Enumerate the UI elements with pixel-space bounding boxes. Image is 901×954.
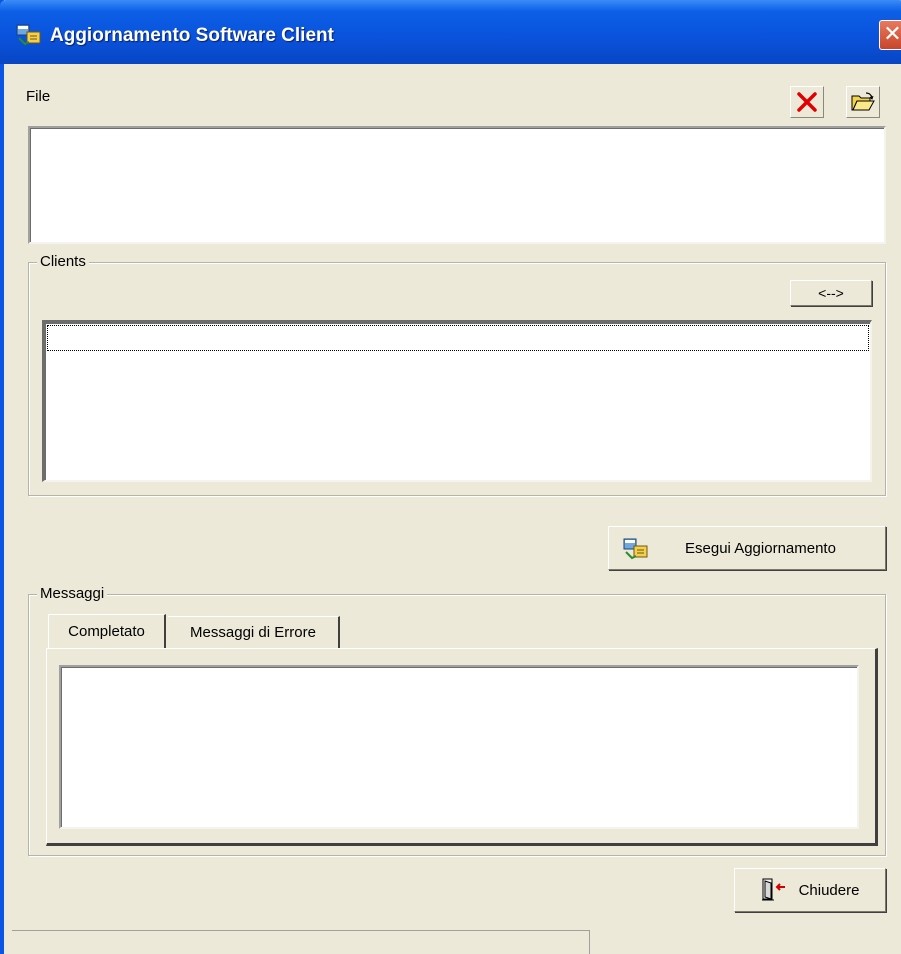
run-update-label: Esegui Aggiornamento (685, 539, 836, 557)
open-file-button[interactable] (846, 86, 880, 118)
clear-file-button[interactable] (790, 86, 824, 118)
tab-panel (46, 648, 878, 846)
messages-textarea[interactable] (59, 665, 859, 829)
exit-door-icon (761, 878, 785, 901)
file-path-textarea[interactable] (28, 126, 886, 244)
list-focus-row[interactable] (47, 325, 869, 351)
title-bar[interactable]: Aggiornamento Software Client ✕ (0, 0, 901, 64)
delete-x-icon (797, 92, 817, 112)
update-app-icon (623, 538, 648, 560)
messages-group-title: Messaggi (37, 585, 108, 602)
close-button[interactable]: Chiudere (734, 868, 886, 912)
file-label: File (26, 88, 51, 105)
toggle-clients-button[interactable]: <--> (790, 280, 872, 306)
close-button-label: Chiudere (798, 881, 860, 899)
window-title: Aggiornamento Software Client (50, 25, 334, 46)
update-app-icon (16, 24, 41, 46)
status-bar (12, 930, 590, 954)
tab-messaggi-di-errore[interactable]: Messaggi di Errore (168, 616, 340, 648)
tab-completato[interactable]: Completato (48, 614, 166, 648)
clients-group-title: Clients (37, 253, 89, 270)
close-window-button[interactable]: ✕ (879, 20, 901, 50)
open-folder-icon (851, 92, 875, 111)
run-update-button[interactable]: Esegui Aggiornamento (608, 526, 886, 570)
clients-list[interactable] (42, 320, 872, 482)
app-window: Aggiornamento Software Client ✕ File Cli… (0, 0, 901, 954)
